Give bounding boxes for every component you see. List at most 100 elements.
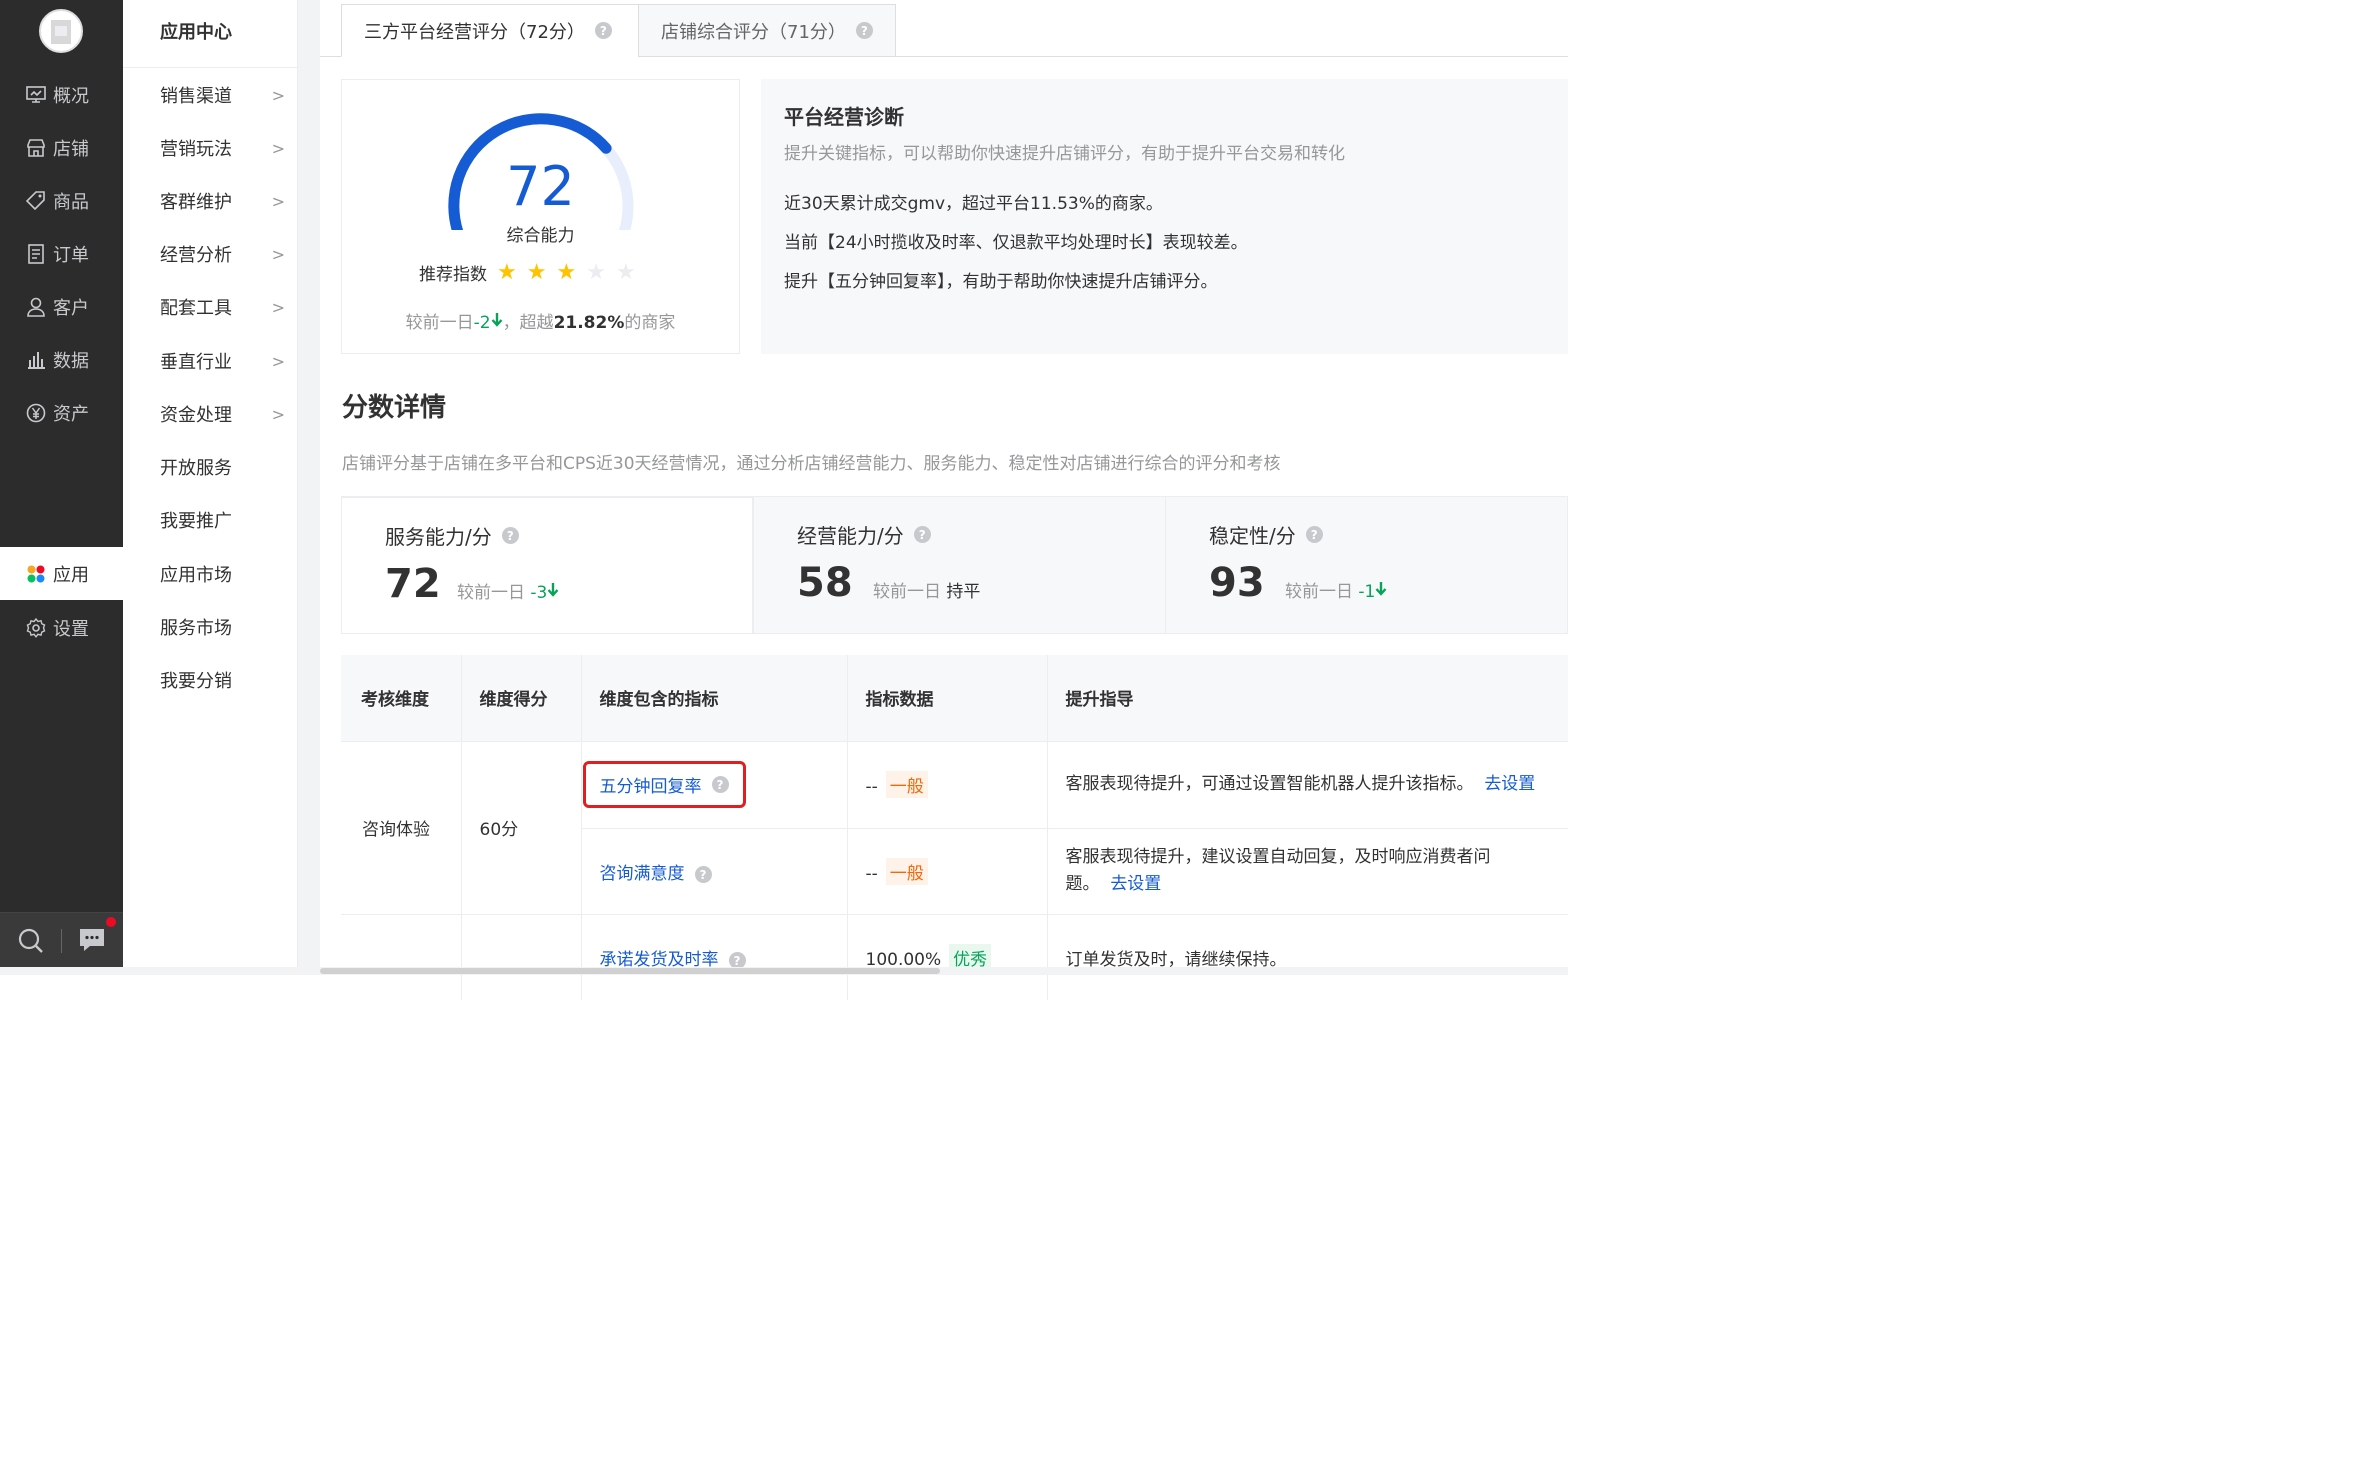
help-icon[interactable]: ?	[711, 776, 729, 793]
recommend-label: 推荐指数	[419, 265, 487, 285]
sidebar-title: 应用中心	[160, 22, 232, 43]
sidebar-item-label: 垂直行业	[160, 352, 232, 373]
indicator-cell: 咨询满意度?	[581, 827, 848, 914]
level-badge: 一般	[885, 857, 928, 885]
chevron-right-icon: >	[271, 85, 285, 105]
indicator-value: --	[865, 777, 878, 797]
help-icon[interactable]: ?	[855, 22, 873, 39]
column-header: 维度得分	[461, 655, 582, 741]
rail-item-label: 商品	[53, 191, 89, 213]
sidebar-item[interactable]: 我要推广	[160, 505, 285, 535]
score-detail-table: 考核维度 维度得分 维度包含的指标 指标数据 提升指导 咨询体验 60分 五分钟…	[341, 655, 1568, 1000]
sidebar-item[interactable]: 垂直行业 >	[160, 346, 285, 376]
dimension-cell	[341, 913, 462, 1000]
chevron-right-icon: >	[271, 297, 285, 317]
table-row: 承诺发货及时率? 100.00% 优秀 订单发货及时，请继续保持。	[341, 913, 1568, 1000]
sidebar-item[interactable]: 开放服务	[160, 452, 285, 482]
rail-item-assets[interactable]: 资产	[0, 386, 123, 439]
indicator-data-cell: -- 一般	[847, 827, 1048, 914]
guide-text: 客服表现待提升，可通过设置智能机器人提升该指标。	[1065, 774, 1474, 794]
star-empty-icon: ★	[586, 260, 606, 285]
arrow-down-icon	[1375, 582, 1387, 596]
help-icon[interactable]: ?	[913, 526, 931, 543]
metric-name-text: 稳定性/分	[1209, 524, 1296, 548]
metric-compare: 较前一日 -3	[457, 578, 559, 603]
sidebar-item[interactable]: 客群维护 >	[160, 186, 285, 216]
store-icon	[25, 137, 47, 159]
apps-icon	[25, 563, 47, 585]
search-icon[interactable]	[17, 927, 45, 955]
metric-name: 服务能力/分?	[385, 521, 519, 550]
rail-item-apps[interactable]: 应用	[0, 547, 123, 600]
rail-item-store[interactable]: 店铺	[0, 121, 123, 174]
go-settings-link[interactable]: 去设置	[1110, 874, 1161, 894]
compare-value: -3	[530, 583, 548, 603]
column-header: 维度包含的指标	[581, 655, 848, 741]
metric-name: 稳定性/分?	[1209, 520, 1323, 549]
help-icon[interactable]: ?	[1305, 526, 1323, 543]
indicator-link[interactable]: 五分钟回复率	[600, 772, 702, 797]
sidebar-item[interactable]: 应用市场	[160, 559, 285, 589]
gutter	[298, 0, 320, 975]
chevron-right-icon: >	[271, 138, 285, 158]
metric-score: 72	[385, 561, 441, 607]
help-icon[interactable]: ?	[501, 527, 519, 544]
gear-icon	[25, 617, 47, 639]
metric-card-operation[interactable]: 经营能力/分? 58 较前一日 持平	[753, 496, 1166, 634]
highlighted-indicator[interactable]: 五分钟回复率?	[582, 761, 746, 808]
help-icon[interactable]: ?	[594, 22, 612, 39]
divider	[123, 67, 298, 68]
sidebar-item-label: 销售渠道	[160, 86, 232, 107]
tab-platform-score[interactable]: 三方平台经营评分（72分）?	[341, 4, 639, 57]
sidebar-item-label: 客群维护	[160, 192, 232, 213]
monitor-icon	[25, 84, 47, 106]
rail-item-customers[interactable]: 客户	[0, 280, 123, 333]
indicator-data-cell: 100.00% 优秀	[847, 913, 1048, 1000]
compare-delta: -2	[473, 313, 491, 333]
recommend-row: 推荐指数 ★ ★ ★ ★ ★	[419, 260, 636, 285]
rail-item-overview[interactable]: 概况	[0, 68, 123, 121]
chat-icon[interactable]	[78, 927, 106, 953]
sidebar-item[interactable]: 营销玩法 >	[160, 133, 285, 163]
bar-chart-icon	[25, 349, 47, 371]
section-title: 分数详情	[342, 393, 447, 423]
sidebar-item-label: 资金处理	[160, 405, 232, 426]
sidebar-item[interactable]: 我要分销	[160, 665, 285, 695]
chevron-right-icon: >	[271, 404, 285, 424]
guide-cell: 客服表现待提升，建议设置自动回复，及时响应消费者问题。 去设置	[1047, 827, 1568, 914]
notification-dot	[106, 917, 116, 927]
rail-item-data[interactable]: 数据	[0, 333, 123, 386]
shop-avatar[interactable]	[39, 9, 83, 53]
guide-cell: 客服表现待提升，可通过设置智能机器人提升该指标。 去设置	[1047, 740, 1568, 828]
rail-item-settings[interactable]: 设置	[0, 601, 123, 654]
indicator-value: --	[865, 863, 878, 884]
guide-cell: 订单发货及时，请继续保持。	[1047, 913, 1568, 1000]
score-gauge-card: 72 综合能力 推荐指数 ★ ★ ★ ★ ★ 较前一日-2 ，超越21.82%的商家	[341, 79, 740, 354]
scrollbar-thumb[interactable]	[320, 968, 940, 974]
indicator-link[interactable]: 咨询满意度	[600, 864, 685, 884]
dimension-score-cell	[461, 913, 582, 1000]
metric-card-service[interactable]: 服务能力/分? 72 较前一日 -3	[341, 496, 753, 634]
indicator-data-cell: -- 一般	[847, 740, 1048, 828]
sidebar-item[interactable]: 资金处理 >	[160, 399, 285, 429]
metric-card-stability[interactable]: 稳定性/分? 93 较前一日 -1	[1165, 496, 1568, 634]
horizontal-scrollbar[interactable]	[0, 967, 1568, 975]
star-filled-icon: ★	[556, 260, 577, 285]
sidebar-item[interactable]: 服务市场	[160, 612, 285, 642]
rail-bottom-bar	[0, 912, 123, 970]
tab-store-score[interactable]: 店铺综合评分（71分）?	[638, 4, 896, 57]
sidebar-item[interactable]: 经营分析 >	[160, 239, 285, 269]
sidebar-item[interactable]: 配套工具 >	[160, 292, 285, 322]
diagnosis-subtitle: 提升关键指标，可以帮助你快速提升店铺评分，有助于提升平台交易和转化	[784, 144, 1345, 164]
sidebar-item[interactable]: 销售渠道 >	[160, 80, 285, 110]
diagnosis-line: 提升【五分钟回复率】，有助于帮助你快速提升店铺评分。	[784, 272, 1218, 292]
chevron-right-icon: >	[271, 244, 285, 264]
go-settings-link[interactable]: 去设置	[1484, 774, 1535, 794]
rail-item-goods[interactable]: 商品	[0, 174, 123, 227]
help-icon[interactable]: ?	[694, 866, 712, 883]
arrow-down-icon	[491, 313, 503, 333]
sidebar-item-label: 经营分析	[160, 245, 232, 266]
sidebar-item-label: 营销玩法	[160, 139, 232, 160]
rail-item-orders[interactable]: 订单	[0, 227, 123, 280]
indicator-cell: 五分钟回复率?	[581, 740, 848, 828]
